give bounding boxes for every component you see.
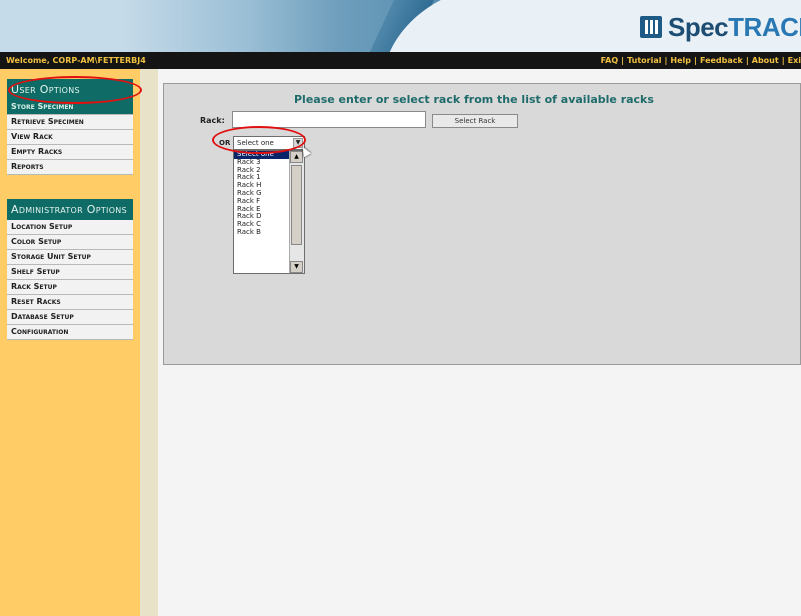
user-options-menu: Store Specimen Retrieve Specimen View Ra… bbox=[7, 100, 133, 175]
menu-storage-unit-setup[interactable]: Storage Unit Setup bbox=[7, 250, 133, 265]
menu-reset-racks[interactable]: Reset Racks bbox=[7, 295, 133, 310]
scroll-thumb[interactable] bbox=[291, 165, 302, 245]
dropdown-scrollbar[interactable]: ▲ ▼ bbox=[289, 151, 304, 273]
menu-retrieve-specimen[interactable]: Retrieve Specimen bbox=[7, 115, 133, 130]
spectrack-logo[interactable]: SpecTRACK bbox=[640, 10, 801, 44]
menu-database-setup[interactable]: Database Setup bbox=[7, 310, 133, 325]
menu-rack-setup[interactable]: Rack Setup bbox=[7, 280, 133, 295]
menu-shelf-setup[interactable]: Shelf Setup bbox=[7, 265, 133, 280]
page-title: Please enter or select rack from the lis… bbox=[294, 93, 654, 106]
sidebar-edge bbox=[140, 69, 158, 616]
menu-configuration[interactable]: Configuration bbox=[7, 325, 133, 340]
menu-store-specimen[interactable]: Store Specimen bbox=[7, 100, 133, 115]
about-link[interactable]: About bbox=[752, 56, 779, 65]
rack-selection-panel: Please enter or select rack from the lis… bbox=[163, 83, 801, 365]
exit-link[interactable]: Exi bbox=[788, 56, 801, 65]
feedback-link[interactable]: Feedback bbox=[700, 56, 743, 65]
rack-select-value: Select one bbox=[237, 139, 274, 147]
top-nav-bar: Welcome, CORP-AM\FETTERBJ4 FAQ | Tutorial |… bbox=[0, 52, 801, 69]
menu-color-setup[interactable]: Color Setup bbox=[7, 235, 133, 250]
menu-location-setup[interactable]: Location Setup bbox=[7, 220, 133, 235]
tutorial-link[interactable]: Tutorial bbox=[627, 56, 661, 65]
welcome-text: Welcome, CORP-AM\FETTERBJ4 bbox=[6, 56, 146, 65]
rack-select[interactable]: Select one ▼ bbox=[233, 136, 305, 150]
top-links: FAQ | Tutorial | Help | Feedback | About | Exi bbox=[600, 56, 801, 65]
menu-reports[interactable]: Reports bbox=[7, 160, 133, 175]
select-rack-button[interactable]: Select Rack bbox=[432, 114, 518, 128]
faq-link[interactable]: FAQ bbox=[601, 56, 619, 65]
header-banner: SpecTRACK bbox=[0, 0, 801, 52]
help-link[interactable]: Help bbox=[670, 56, 691, 65]
sidebar: User Options Store Specimen Retrieve Spe… bbox=[0, 69, 140, 616]
rack-label: Rack: bbox=[200, 116, 225, 125]
logo-mark-icon bbox=[640, 16, 662, 38]
scroll-down-icon[interactable]: ▼ bbox=[290, 261, 303, 273]
user-options-header: User Options bbox=[7, 79, 133, 100]
logo-track: TRACK bbox=[728, 11, 801, 42]
rack-dropdown-list[interactable]: Select one Rack 3 Rack 2 Rack 1 Rack H R… bbox=[233, 150, 305, 274]
or-label: OR bbox=[219, 139, 231, 147]
logo-spec: Spec bbox=[668, 11, 729, 42]
rack-input[interactable] bbox=[232, 111, 426, 128]
menu-view-rack[interactable]: View Rack bbox=[7, 130, 133, 145]
dropdown-option[interactable]: Rack B bbox=[234, 228, 289, 237]
admin-options-menu: Location Setup Color Setup Storage Unit … bbox=[7, 220, 133, 340]
menu-empty-racks[interactable]: Empty Racks bbox=[7, 145, 133, 160]
admin-options-header: Administrator Options bbox=[7, 199, 133, 220]
